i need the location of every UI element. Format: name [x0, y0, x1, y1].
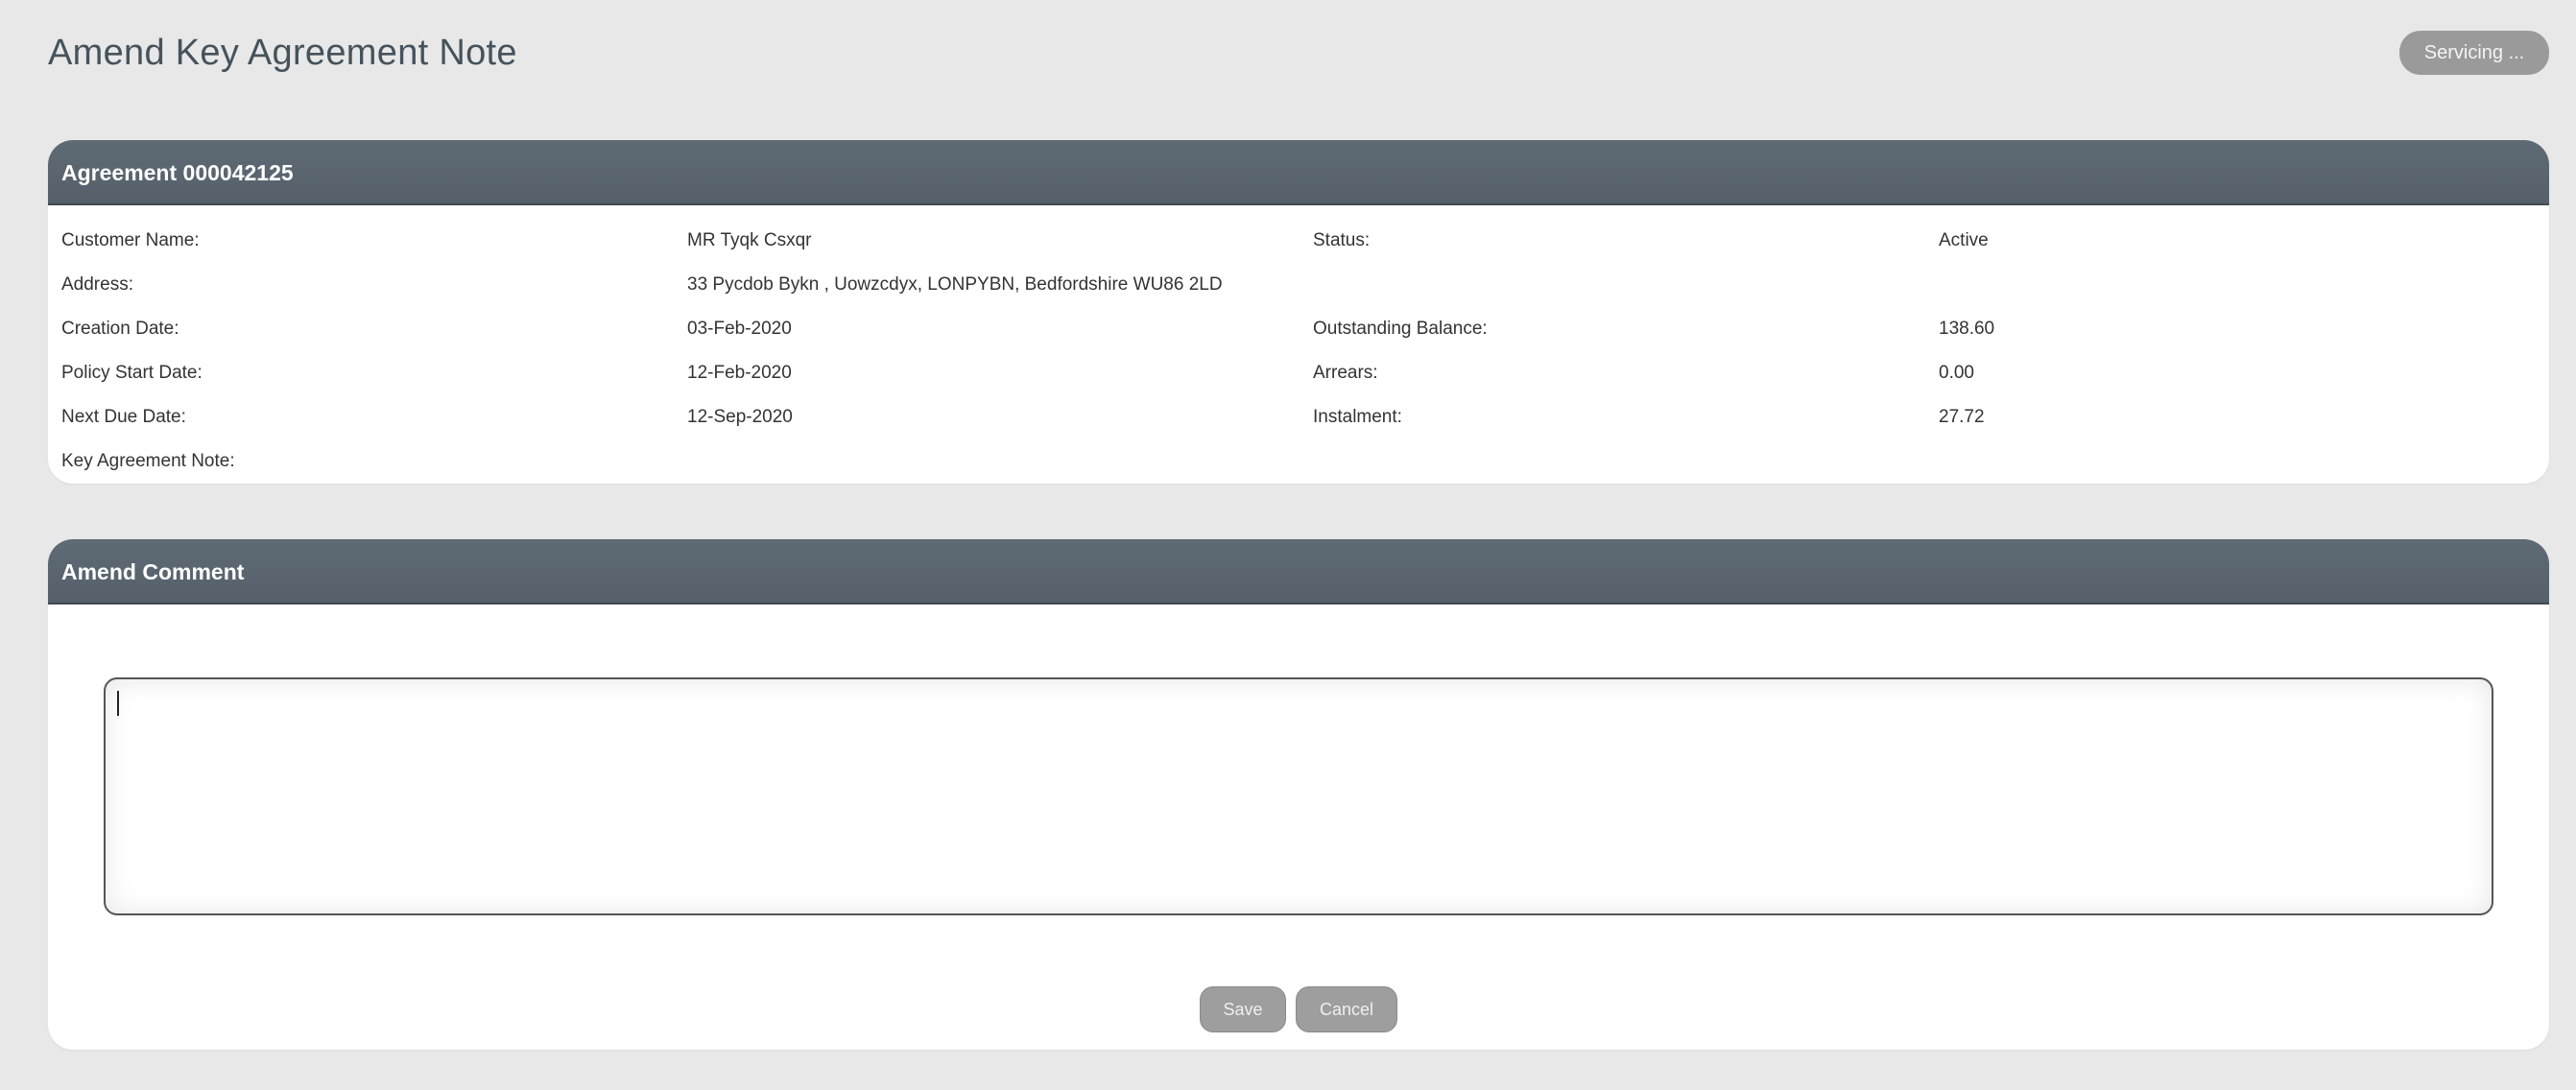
outstanding-balance-value: 138.60: [1939, 319, 1995, 339]
comment-textarea[interactable]: [104, 677, 2493, 915]
details-row-creation-date: Creation Date: 03-Feb-2020 Outstanding B…: [48, 307, 2549, 351]
details-row-next-due-date: Next Due Date: 12-Sep-2020 Instalment: 2…: [48, 395, 2549, 439]
instalment-value: 27.72: [1939, 407, 1985, 427]
key-agreement-note-label: Key Agreement Note:: [61, 451, 235, 471]
outstanding-balance-label: Outstanding Balance:: [1313, 319, 1488, 339]
policy-start-date-label: Policy Start Date:: [61, 363, 203, 383]
creation-date-label: Creation Date:: [61, 319, 179, 339]
agreement-header: Agreement 000042125: [48, 140, 2549, 205]
servicing-button[interactable]: Servicing ...: [2399, 31, 2549, 75]
page-title: Amend Key Agreement Note: [48, 33, 517, 73]
customer-name-label: Customer Name:: [61, 230, 200, 250]
details-row-key-agreement-note: Key Agreement Note:: [48, 439, 2549, 484]
policy-start-date-value: 12-Feb-2020: [687, 363, 792, 383]
details-row-policy-start-date: Policy Start Date: 12-Feb-2020 Arrears: …: [48, 351, 2549, 395]
next-due-date-value: 12-Sep-2020: [687, 407, 793, 427]
address-value: 33 Pycdob Bykn , Uowzcdyx, LONPYBN, Bedf…: [687, 274, 1223, 295]
agreement-panel: Agreement 000042125 Customer Name: MR Ty…: [48, 140, 2549, 484]
cancel-button[interactable]: Cancel: [1296, 986, 1397, 1032]
arrears-label: Arrears:: [1313, 363, 1378, 383]
text-caret: [117, 691, 119, 716]
details-row-address: Address: 33 Pycdob Bykn , Uowzcdyx, LONP…: [48, 263, 2549, 307]
amend-comment-header: Amend Comment: [48, 539, 2549, 604]
amend-comment-panel: Amend Comment Save Cancel: [48, 539, 2549, 1050]
details-row-customer-name: Customer Name: MR Tyqk Csxqr Status: Act…: [48, 219, 2549, 263]
next-due-date-label: Next Due Date:: [61, 407, 186, 427]
address-label: Address:: [61, 274, 133, 295]
status-value: Active: [1939, 230, 1989, 250]
customer-name-value: MR Tyqk Csxqr: [687, 230, 812, 250]
status-label: Status:: [1313, 230, 1371, 250]
creation-date-value: 03-Feb-2020: [687, 319, 792, 339]
instalment-label: Instalment:: [1313, 407, 1402, 427]
save-button[interactable]: Save: [1200, 986, 1286, 1032]
arrears-value: 0.00: [1939, 363, 1974, 383]
